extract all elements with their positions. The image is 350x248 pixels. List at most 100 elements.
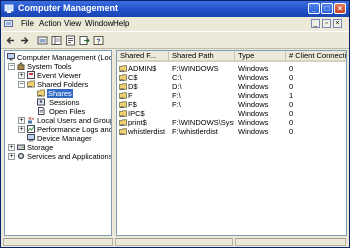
column-header-shared-folder[interactable]: Shared F...	[117, 51, 169, 62]
tree-label: Event Viewer	[37, 71, 82, 80]
collapse-toggle[interactable]: −	[18, 81, 25, 88]
expand-toggle[interactable]: +	[18, 72, 25, 79]
share-type: Windows	[238, 64, 269, 73]
expand-toggle[interactable]: +	[18, 126, 25, 133]
event-viewer-icon	[27, 71, 35, 79]
share-type: Windows	[238, 109, 269, 118]
share-icon	[119, 101, 127, 108]
shared-folders-icon	[27, 80, 35, 88]
share-path: F:\WINDOWS	[172, 64, 219, 73]
share-name: D$	[128, 82, 138, 91]
mdi-minimize-button[interactable]: _	[311, 19, 320, 28]
table-row[interactable]: F F:\ Windows 1	[117, 91, 346, 100]
performance-icon	[27, 125, 35, 133]
share-folder-icon	[37, 89, 45, 97]
menu-file[interactable]: File	[21, 19, 34, 28]
tree-label: Open Files	[49, 107, 86, 116]
tree-label: Shares	[47, 89, 73, 98]
up-folder-icon[interactable]	[37, 35, 48, 46]
share-name: F$	[128, 100, 137, 109]
share-icon	[119, 65, 127, 72]
tree-label: Sessions	[49, 98, 80, 107]
share-type: Windows	[238, 82, 269, 91]
minimize-button[interactable]: _	[308, 3, 320, 14]
share-icon	[119, 119, 127, 126]
share-path: F:\	[172, 100, 181, 109]
menu-help[interactable]: Help	[113, 19, 129, 28]
tree-label: Local Users and Groups	[37, 116, 112, 125]
share-name: IPC$	[128, 109, 145, 118]
client-connections: 0	[289, 118, 294, 127]
share-type: Windows	[238, 100, 269, 109]
share-type: Windows	[238, 91, 269, 100]
services-icon	[17, 152, 25, 160]
client-connections: 0	[289, 82, 294, 91]
column-header-shared-path[interactable]: Shared Path	[169, 51, 235, 62]
client-connections: 0	[289, 64, 294, 73]
column-header-type[interactable]: Type	[235, 51, 286, 62]
client-connections: 0	[289, 109, 294, 118]
share-name: ADMIN$	[128, 64, 157, 73]
menu-action[interactable]: Action	[39, 19, 61, 28]
storage-icon	[17, 144, 25, 150]
share-type: Windows	[238, 127, 269, 136]
tree-label: Shared Folders	[37, 80, 89, 89]
toolbar: ?	[1, 31, 349, 49]
export-list-icon[interactable]	[79, 35, 90, 46]
tree-label: System Tools	[27, 62, 72, 71]
table-row[interactable]: ADMIN$ F:\WINDOWS Windows 0	[117, 64, 346, 73]
share-name: F	[128, 91, 133, 100]
shares-list[interactable]: Shared F... Shared Path Type # Client Co…	[116, 50, 347, 236]
mdi-close-button[interactable]: ×	[333, 19, 342, 28]
status-segment	[235, 238, 346, 246]
tree-label: Storage	[27, 143, 54, 152]
mdi-child-icon[interactable]	[4, 20, 13, 28]
maximize-button[interactable]: □	[321, 3, 333, 14]
title-bar[interactable]: Computer Management _ □ ×	[1, 1, 349, 17]
tree-label: Computer Management (Local)	[17, 53, 112, 62]
console-tree[interactable]: Computer Management (Local) − System Too…	[4, 50, 112, 236]
expand-toggle[interactable]: +	[18, 117, 25, 124]
show-hide-tree-icon[interactable]	[51, 35, 62, 46]
table-row[interactable]: D$ D:\ Windows 0	[117, 82, 346, 91]
share-icon	[119, 92, 127, 99]
back-arrow-icon[interactable]	[5, 35, 16, 46]
table-row[interactable]: IPC$ Windows 0	[117, 109, 346, 118]
users-icon	[28, 116, 35, 124]
svg-text:?: ?	[96, 38, 100, 45]
open-files-icon	[38, 107, 45, 115]
mdi-restore-button[interactable]: ▫	[322, 19, 331, 28]
expand-toggle[interactable]: +	[8, 144, 15, 151]
device-manager-icon	[27, 134, 35, 142]
tools-icon	[17, 62, 25, 70]
menu-window[interactable]: Window	[85, 19, 113, 28]
computer-management-window: Computer Management _ □ × File Action Vi…	[0, 0, 350, 248]
window-title: Computer Management	[18, 3, 119, 13]
properties-icon[interactable]	[65, 35, 76, 46]
share-name: C$	[128, 73, 138, 82]
column-header-client-connections[interactable]: # Client Connections	[286, 51, 346, 62]
menu-bar: File Action View Window Help _ ▫ ×	[1, 17, 349, 31]
table-row[interactable]: print$ F:\WINDOWS\Syst... Windows 0	[117, 118, 346, 127]
tree-label: Services and Applications	[27, 152, 112, 161]
table-row[interactable]: F$ F:\ Windows 0	[117, 100, 346, 109]
sessions-icon	[37, 98, 45, 106]
tree-label: Performance Logs and Alerts	[37, 125, 112, 134]
share-path: F:\	[172, 91, 181, 100]
status-bar	[1, 237, 349, 247]
help-icon[interactable]: ?	[93, 35, 104, 46]
share-type: Windows	[238, 118, 269, 127]
close-button[interactable]: ×	[334, 3, 346, 14]
collapse-toggle[interactable]: −	[8, 63, 15, 70]
share-icon	[119, 74, 127, 81]
menu-view[interactable]: View	[64, 19, 81, 28]
forward-arrow-icon[interactable]	[19, 35, 30, 46]
share-path: D:\	[172, 82, 182, 91]
expand-toggle[interactable]: +	[8, 153, 15, 160]
table-row[interactable]: whistlerdist F:\whistlerdist Windows 0	[117, 127, 346, 136]
computer-icon	[7, 53, 15, 61]
client-connections: 0	[289, 73, 294, 82]
table-row[interactable]: C$ C:\ Windows 0	[117, 73, 346, 82]
client-connections: 0	[289, 100, 294, 109]
share-icon	[119, 83, 127, 90]
